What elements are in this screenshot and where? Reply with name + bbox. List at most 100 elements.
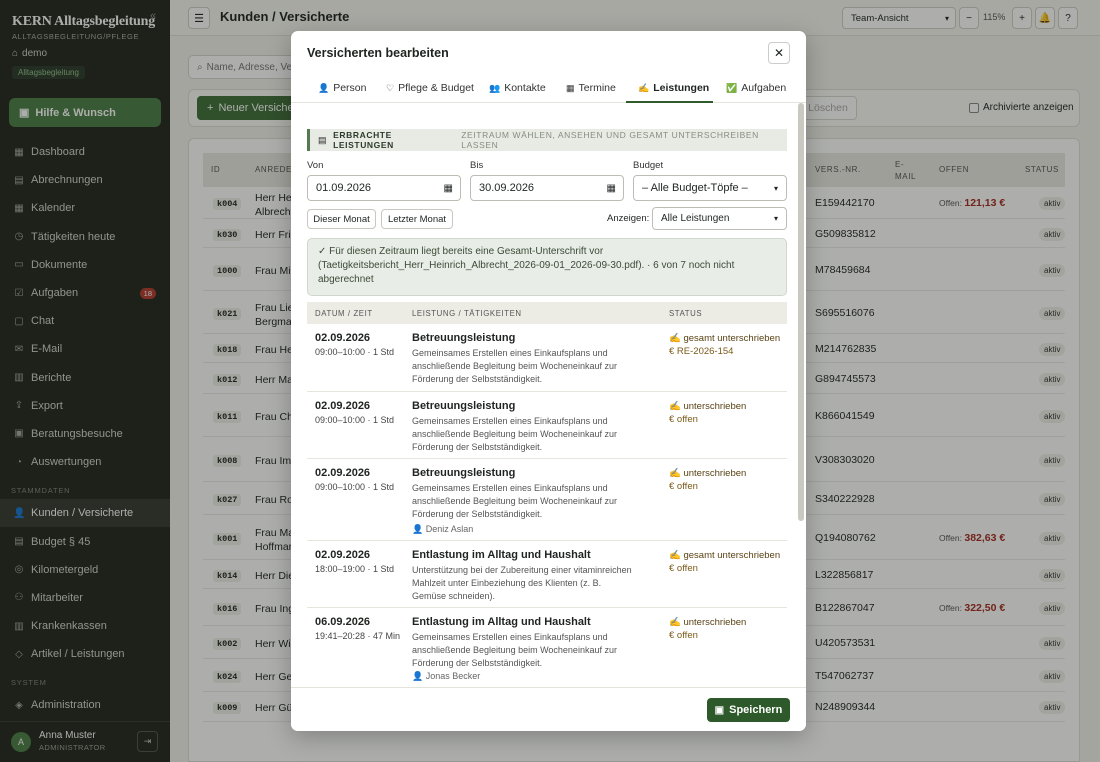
person-icon: 👤 [412, 524, 424, 534]
entry-employee-name: Jonas Becker [425, 671, 481, 681]
entry-time: 19:41–20:28 · 47 Min [315, 631, 401, 641]
service-entry[interactable]: 02.09.2026 09:00–10:00 · 1 Std Betreuung… [307, 324, 787, 392]
calendar-icon[interactable]: ▦ [607, 183, 616, 194]
tab-termine[interactable]: ▦ Termine [566, 82, 616, 94]
signature-status: ✍ unterschrieben [669, 468, 747, 479]
entry-date: 02.09.2026 [315, 549, 371, 561]
bis-date-input[interactable]: 30.09.2026 ▦ [470, 175, 624, 201]
signature-notice: ✓ Für diesen Zeitraum liegt bereits eine… [307, 238, 787, 296]
service-entry[interactable]: 02.09.2026 18:00–19:00 · 1 Std Entlastun… [307, 541, 787, 608]
billing-status: € offen [669, 414, 698, 425]
entry-date: 02.09.2026 [315, 467, 371, 479]
edit-insured-modal: Versicherten bearbeiten ✕ 👤 Person ♡ Pfleg… [291, 31, 806, 731]
anzeigen-select[interactable]: Alle Leistungen ▾ [652, 207, 787, 230]
entry-title: Betreuungsleistung [412, 467, 516, 479]
services-table-header: DATUM / ZEIT LEISTUNG / TÄTIGKEITEN STAT… [307, 302, 787, 324]
chevron-down-icon: ▾ [773, 214, 778, 223]
entry-description: Gemeinsames Erstellen eines Einkaufsplan… [412, 483, 617, 519]
app-root: KERN Alltagsbegleitung ALLTAGSBEGLEITUNG… [0, 0, 1100, 762]
modal-scrollbar[interactable] [798, 103, 804, 521]
entry-description: Gemeinsames Erstellen eines Einkaufsplan… [412, 348, 617, 384]
service-entry[interactable]: 02.09.2026 09:00–10:00 · 1 Std Betreuung… [307, 392, 787, 459]
calendar-icon[interactable]: ▦ [444, 183, 453, 194]
billing-status: € offen [669, 630, 698, 641]
close-icon[interactable]: ✕ [768, 42, 790, 64]
save-icon: ▣ [714, 704, 725, 716]
entry-status: ✍ gesamt unterschrieben € RE-2026-154 [669, 332, 780, 358]
sign-hand-icon: ✍ [638, 83, 650, 93]
heart-icon: ♡ [386, 83, 395, 93]
entry-date: 06.09.2026 [315, 616, 371, 628]
von-date-input[interactable]: 01.09.2026 ▦ [307, 175, 461, 201]
tab-person[interactable]: 👤 Person [318, 82, 367, 94]
entry-date: 02.09.2026 [315, 400, 371, 412]
billing-status: € offen [669, 481, 698, 492]
von-label: Von [307, 160, 324, 171]
billing-status: € offen [669, 563, 698, 574]
service-entry[interactable]: 06.09.2026 19:41–20:28 · 47 Min Entlastu… [307, 608, 787, 687]
anzeigen-value: Alle Leistungen [661, 213, 730, 224]
tab-kontakte[interactable]: 👥 Kontakte [489, 82, 546, 94]
entry-employee: 👤 Deniz Aslan [412, 524, 473, 535]
budget-label: Budget [633, 160, 664, 171]
entry-employee-name: Deniz Aslan [425, 524, 474, 534]
entry-time: 09:00–10:00 · 1 Std [315, 482, 395, 492]
entry-title: Entlastung im Alltag und Haushalt [412, 616, 591, 628]
signature-status: ✍ unterschrieben [669, 617, 747, 628]
entry-description: Gemeinsames Erstellen eines Einkaufsplan… [412, 416, 617, 452]
entry-description: Unterstützung bei der Zubereitung einer … [412, 565, 632, 601]
entry-status: ✍ unterschrieben € offen [669, 400, 746, 426]
tab-label: Kontakte [504, 82, 546, 94]
entry-time: 09:00–10:00 · 1 Std [315, 347, 395, 357]
entry-status: ✍ unterschrieben € offen [669, 616, 746, 642]
this-month-button[interactable]: Dieser Monat [307, 209, 376, 229]
section-banner: ▤ ERBRACHTE LEISTUNGEN ZEITRAUM WÄHLEN, … [307, 129, 787, 151]
chevron-down-icon: ▾ [773, 183, 778, 193]
entry-title: Betreuungsleistung [412, 332, 516, 344]
entry-time: 18:00–19:00 · 1 Std [315, 564, 395, 574]
von-date-value: 01.09.2026 [316, 182, 372, 194]
person-icon: 👤 [412, 671, 424, 681]
anzeigen-label: Anzeigen: [607, 213, 650, 224]
entry-status: ✍ unterschrieben € offen [669, 467, 746, 493]
contacts-icon: 👥 [489, 83, 501, 93]
budget-select[interactable]: – Alle Budget-Töpfe – ▾ [633, 175, 787, 201]
entry-time: 09:00–10:00 · 1 Std [315, 415, 395, 425]
banner-subtitle: ZEITRAUM WÄHLEN, ANSEHEN UND GESAMT UNTE… [461, 130, 759, 150]
modal-footer: ▣ Speichern [291, 687, 806, 731]
tab-leistungen[interactable]: ✍ Leistungen [638, 82, 709, 94]
calendar-icon: ▦ [566, 83, 575, 93]
check-icon: ✅ [726, 83, 738, 93]
billing-status: € RE-2026-154 [669, 346, 734, 357]
signature-status: ✍ gesamt unterschrieben [669, 333, 781, 344]
tab-aufgaben[interactable]: ✅ Aufgaben [726, 82, 786, 94]
document-icon: ▤ [318, 134, 328, 145]
tab-label: Aufgaben [741, 82, 787, 94]
banner-title: ERBRACHTE LEISTUNGEN [333, 130, 394, 150]
modal-body[interactable]: ▤ ERBRACHTE LEISTUNGEN ZEITRAUM WÄHLEN, … [291, 103, 806, 687]
tab-label: Termine [578, 82, 616, 94]
entry-employee: 👤 Jonas Becker [412, 671, 480, 682]
last-month-button[interactable]: Letzter Monat [381, 209, 453, 229]
signature-status: ✍ gesamt unterschrieben [669, 550, 781, 561]
tab-label: Person [333, 82, 367, 94]
entry-description: Gemeinsames Erstellen eines Einkaufsplan… [412, 632, 617, 668]
tab-label: Pflege & Budget [398, 82, 474, 94]
tab-label: Leistungen [653, 82, 710, 94]
save-label: Speichern [729, 704, 783, 716]
col-service-status: STATUS [669, 309, 703, 318]
bis-date-value: 30.09.2026 [479, 182, 535, 194]
bis-label: Bis [470, 160, 484, 171]
save-button[interactable]: ▣ Speichern [707, 698, 790, 722]
modal-title: Versicherten bearbeiten [307, 46, 449, 60]
col-date: DATUM / ZEIT [315, 309, 373, 318]
signature-status: ✍ unterschrieben [669, 401, 747, 412]
modal-tabs: 👤 Person ♡ Pflege & Budget 👥 Kontakte ▦ Term… [291, 76, 806, 103]
entry-title: Entlastung im Alltag und Haushalt [412, 549, 591, 561]
entry-date: 02.09.2026 [315, 332, 371, 344]
entry-title: Betreuungsleistung [412, 400, 516, 412]
col-service: LEISTUNG / TÄTIGKEITEN [412, 309, 522, 318]
person-icon: 👤 [318, 83, 330, 93]
service-entry[interactable]: 02.09.2026 09:00–10:00 · 1 Std Betreuung… [307, 459, 787, 541]
tab-pflege-budget[interactable]: ♡ Pflege & Budget [386, 82, 474, 94]
